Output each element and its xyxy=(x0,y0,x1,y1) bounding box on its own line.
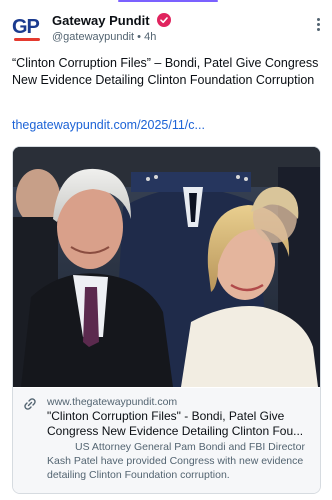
preview-image xyxy=(13,147,320,387)
verified-badge-icon xyxy=(157,13,171,27)
card-title[interactable]: "Clinton Corruption Files" - Bondi, Pate… xyxy=(47,409,309,439)
post-header: GP Gateway Pundit @gatewaypundit • 4h xyxy=(12,10,324,46)
more-options-icon[interactable] xyxy=(312,16,324,36)
logo-swoosh xyxy=(14,38,40,41)
post-time: 4h xyxy=(144,31,157,43)
link-icon xyxy=(24,398,36,410)
link-preview-card[interactable]: www.thegatewaypundit.com "Clinton Corrup… xyxy=(12,146,321,494)
post-link[interactable]: thegatewaypundit.com/2025/11/c... xyxy=(12,118,205,132)
card-domain: www.thegatewaypundit.com xyxy=(47,396,178,408)
author-name[interactable]: Gateway Pundit xyxy=(52,13,150,28)
author-handle[interactable]: @gatewaypundit xyxy=(52,31,134,43)
avatar[interactable]: GP xyxy=(12,12,42,42)
card-description: US Attorney General Pam Bondi and FBI Di… xyxy=(47,441,305,481)
top-accent-bar xyxy=(118,0,218,2)
post-text: “Clinton Corruption Files” – Bondi, Pate… xyxy=(12,56,319,87)
preview-meta: www.thegatewaypundit.com "Clinton Corrup… xyxy=(13,388,320,493)
avatar-logo-text: GP xyxy=(12,16,40,38)
author-handle-line: @gatewaypundit • 4h xyxy=(52,31,156,43)
